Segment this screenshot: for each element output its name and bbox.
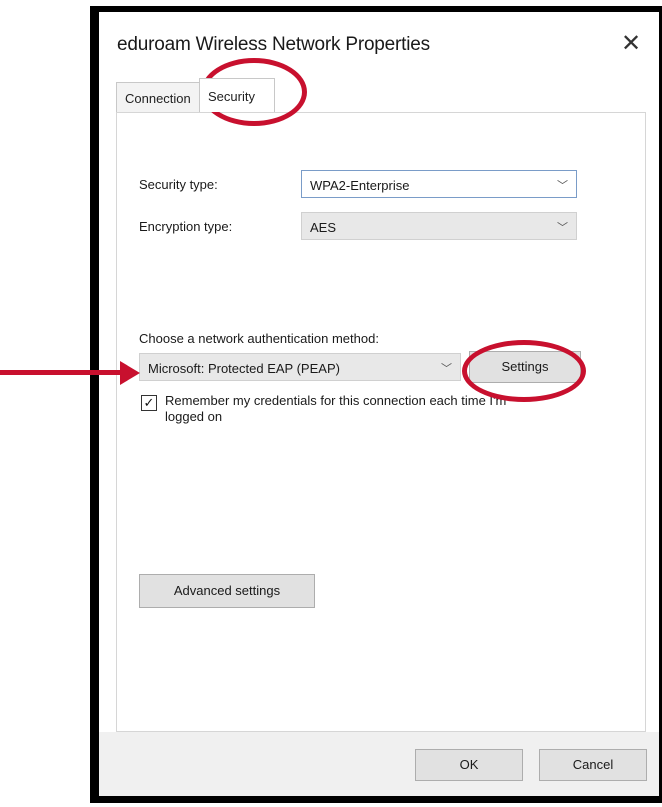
- chevron-down-icon: ﹀: [557, 222, 568, 234]
- tab-connection[interactable]: Connection: [116, 82, 200, 112]
- check-icon: ✓: [143, 395, 155, 410]
- cancel-button[interactable]: Cancel: [539, 749, 647, 781]
- auth-method-select[interactable]: Microsoft: Protected EAP (PEAP) ﹀: [139, 353, 461, 381]
- dialog-footer: OK Cancel: [99, 732, 659, 796]
- auth-method-label: Choose a network authentication method:: [139, 331, 379, 346]
- pointer-arrow-head-icon: [120, 361, 140, 385]
- security-panel: Security type: WPA2-Enterprise ﹀ Encrypt…: [116, 112, 646, 732]
- screenshot-stage: eduroam Wireless Network Properties ✕ Co…: [0, 0, 662, 807]
- title-bar: eduroam Wireless Network Properties ✕: [99, 12, 659, 74]
- security-type-value: WPA2-Enterprise: [310, 178, 410, 193]
- window-title: eduroam Wireless Network Properties: [117, 34, 430, 55]
- remember-credentials-label: Remember my credentials for this connect…: [165, 393, 507, 424]
- security-type-label: Security type:: [139, 177, 218, 192]
- tab-security[interactable]: Security: [199, 78, 275, 112]
- remember-credentials-checkbox[interactable]: ✓: [141, 395, 157, 411]
- encryption-type-value: AES: [310, 220, 337, 235]
- chevron-down-icon: ﹀: [557, 180, 568, 192]
- ok-button[interactable]: OK: [415, 749, 523, 781]
- settings-button[interactable]: Settings: [469, 351, 581, 383]
- pointer-arrow-shaft: [0, 370, 122, 375]
- encryption-type-select[interactable]: AES ﹀: [301, 212, 577, 240]
- security-type-select[interactable]: WPA2-Enterprise ﹀: [301, 170, 577, 198]
- close-icon[interactable]: ✕: [616, 30, 646, 60]
- auth-method-value: Microsoft: Protected EAP (PEAP): [148, 361, 340, 376]
- encryption-type-label: Encryption type:: [139, 219, 233, 234]
- chevron-down-icon: ﹀: [441, 363, 452, 375]
- properties-dialog: eduroam Wireless Network Properties ✕ Co…: [99, 12, 659, 796]
- tab-strip: Connection Security: [116, 78, 646, 112]
- advanced-settings-button[interactable]: Advanced settings: [139, 574, 315, 608]
